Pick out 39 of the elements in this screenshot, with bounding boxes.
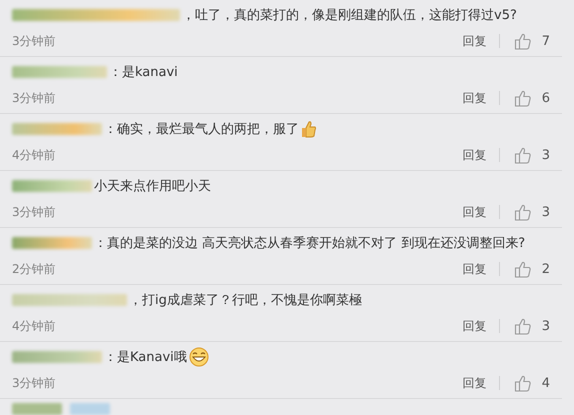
comment-text: ：确实，最烂最气人的两把，服了	[104, 121, 299, 138]
comment-text: ：是kanavi	[109, 64, 178, 81]
comment-time: 3分钟前	[12, 90, 57, 106]
like-button[interactable]: 3	[514, 318, 550, 334]
reply-link[interactable]: 回复	[462, 260, 487, 278]
blurred-username	[12, 403, 62, 415]
reply-link[interactable]: 回复	[462, 32, 487, 50]
comment-text: ，吐了，真的菜打的，像是刚组建的队伍，这能打得过v5?	[182, 7, 517, 24]
like-button[interactable]: 7	[514, 32, 550, 50]
comment-time: 4分钟前	[12, 146, 57, 164]
like-button[interactable]: 3	[514, 146, 550, 164]
thumbs-up-icon	[514, 146, 532, 164]
thumbs-up-icon	[301, 120, 317, 138]
thumbs-up-icon	[514, 374, 532, 392]
thumbs-up-icon	[514, 204, 532, 220]
reply-link[interactable]: 回复	[462, 146, 487, 164]
thumbs-up-icon	[514, 90, 532, 106]
reply-link[interactable]: 回复	[462, 204, 487, 220]
like-button[interactable]: 4	[514, 374, 550, 392]
like-button[interactable]: 3	[514, 204, 550, 220]
reply-link[interactable]: 回复	[462, 374, 487, 392]
like-button[interactable]: 6	[514, 90, 550, 106]
comment-time: 3分钟前	[12, 374, 57, 392]
like-button[interactable]: 2	[514, 260, 550, 278]
reply-link[interactable]: 回复	[462, 318, 487, 334]
thumbs-up-icon	[514, 318, 532, 334]
thumbs-up-icon	[514, 260, 532, 278]
comment-text: ：真的是菜的没边 高天亮状态从春季赛开始就不对了 到现在还没调整回来?	[94, 235, 526, 252]
comment-time: 3分钟前	[12, 32, 57, 50]
blurred-username	[70, 403, 110, 415]
comment-text: ，打ig成虐菜了？行吧，不愧是你啊菜極	[129, 292, 362, 309]
comment-text: ：是Kanavi哦	[104, 349, 187, 366]
reply-link[interactable]: 回复	[462, 90, 487, 106]
comment-text: 小天来点作用吧小天	[94, 178, 211, 195]
comment-time: 3分钟前	[12, 204, 57, 220]
comment-time: 4分钟前	[12, 318, 57, 334]
thumbs-up-icon	[514, 32, 532, 50]
grin-icon	[188, 347, 209, 367]
comment-time: 2分钟前	[12, 260, 57, 278]
